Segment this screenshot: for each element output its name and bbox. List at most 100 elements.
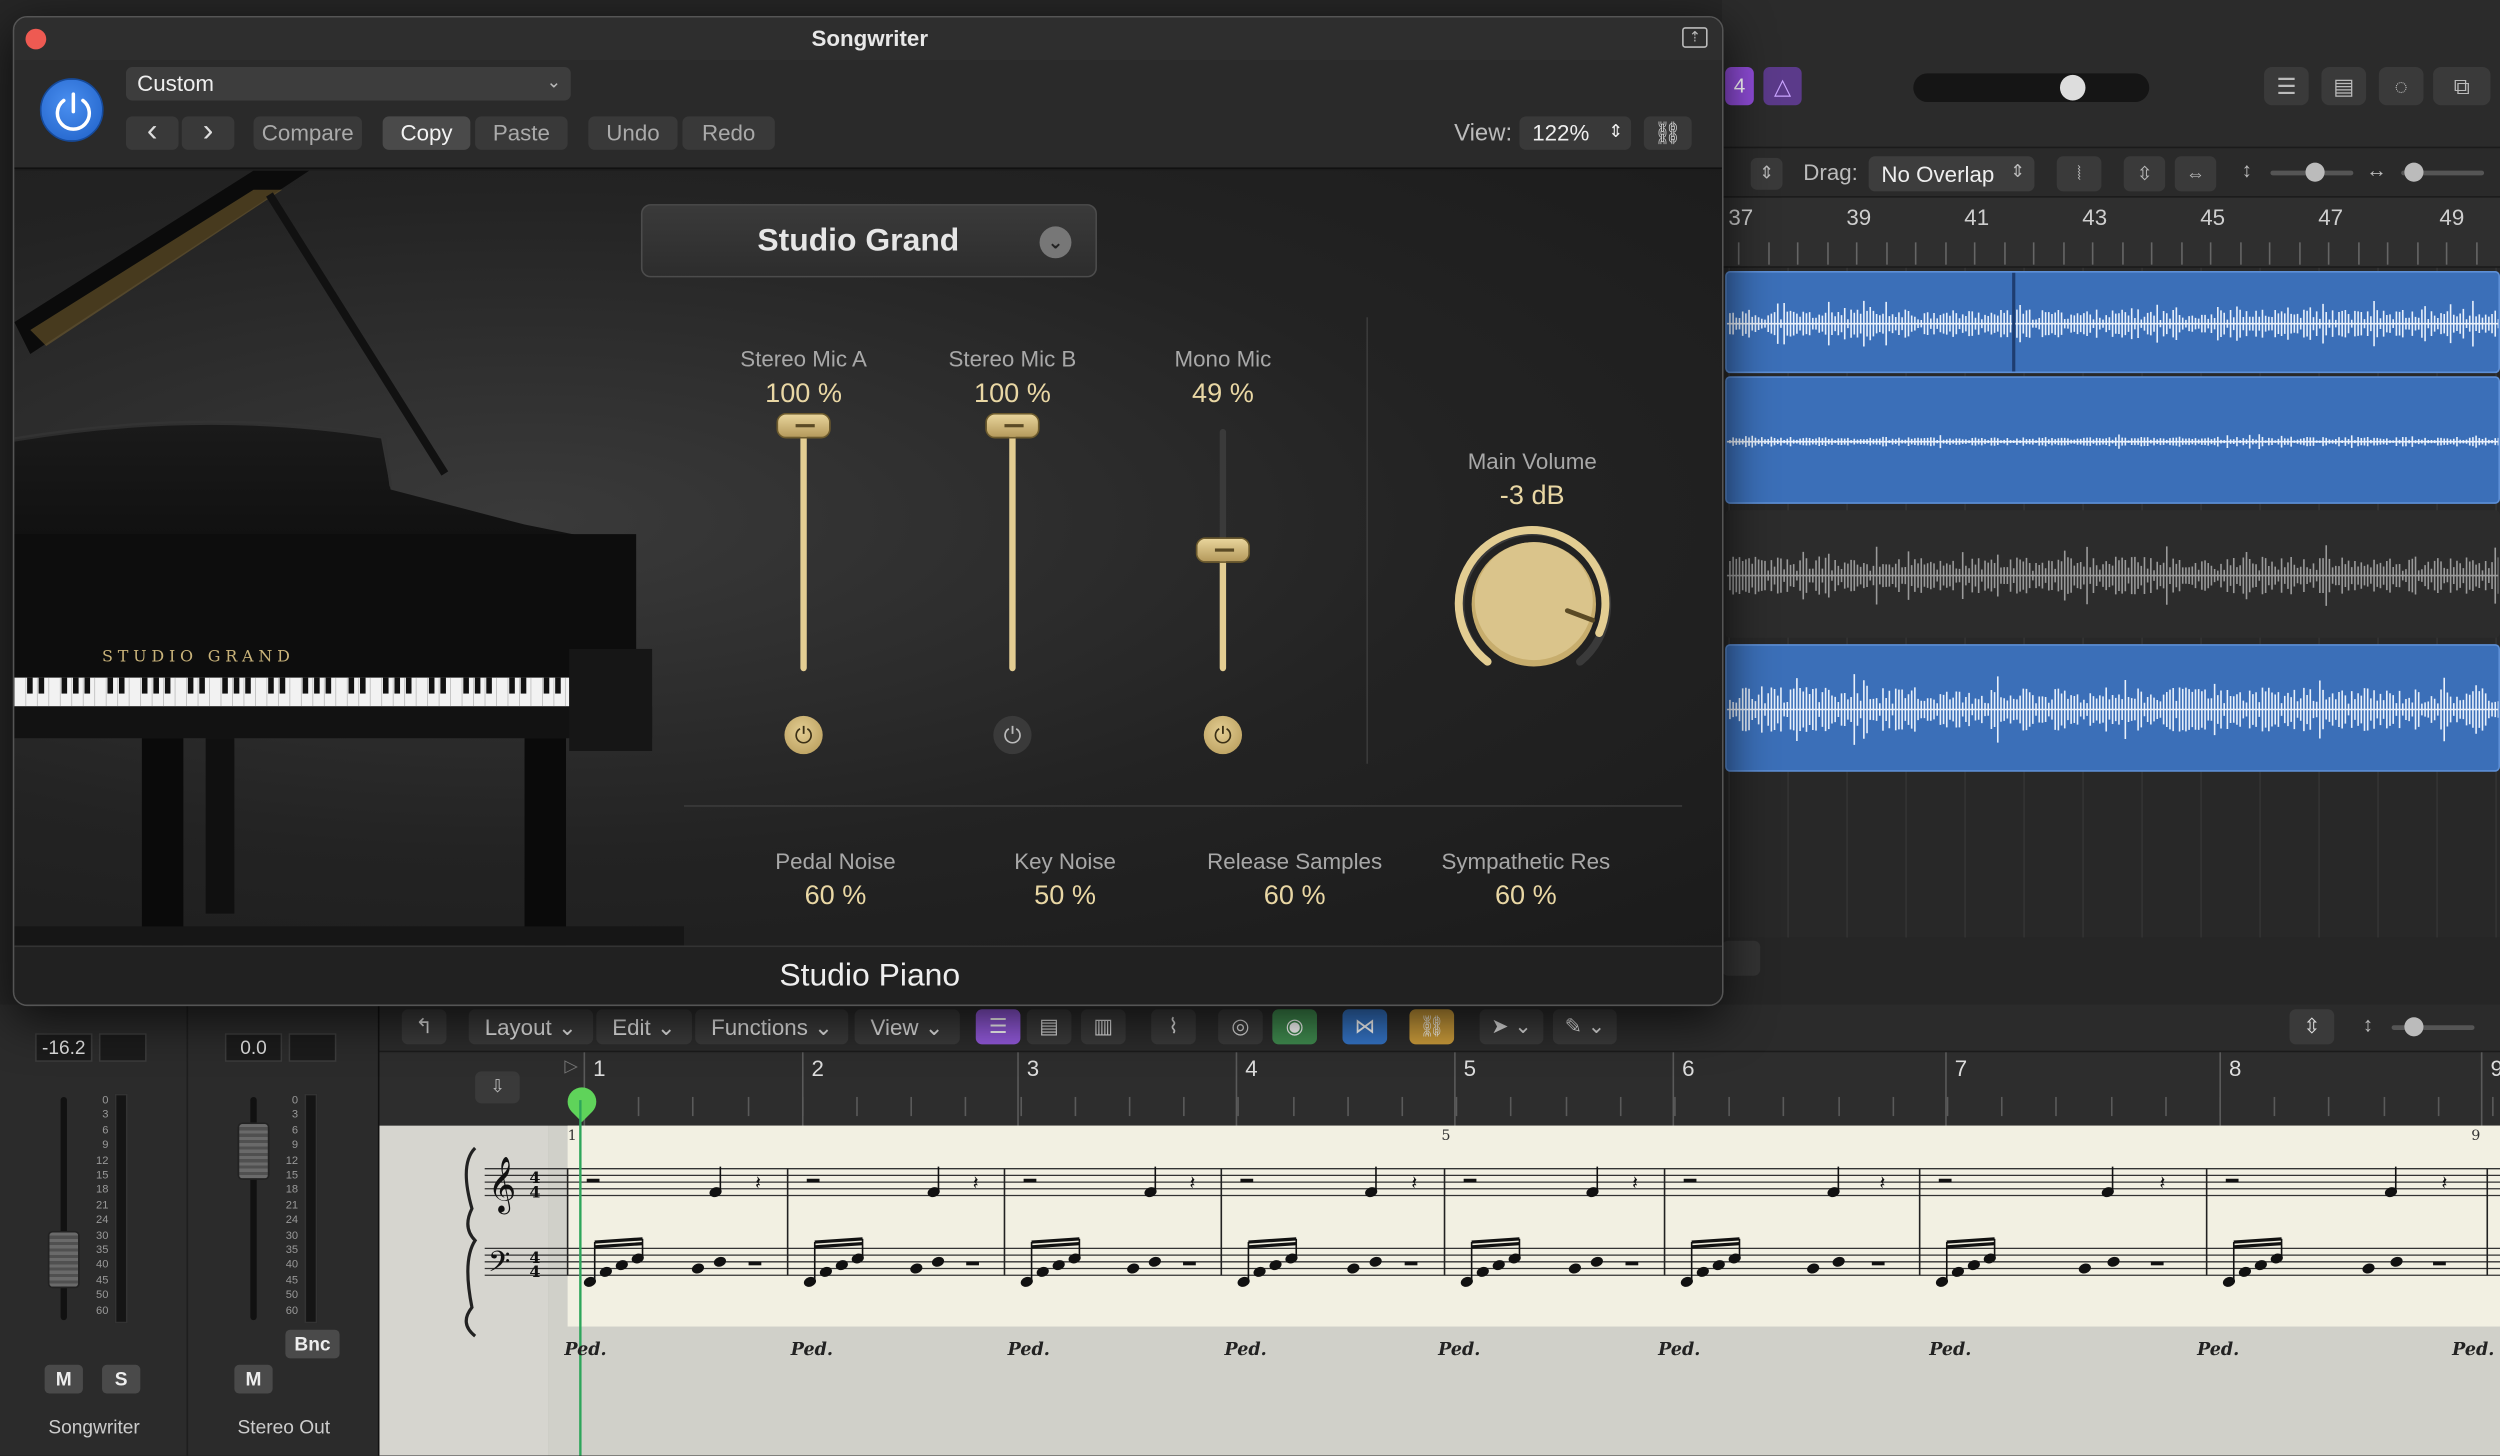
tuner-icon[interactable]: △ [1763, 66, 1802, 106]
timeline-ruler[interactable]: 37 39 41 43 45 47 49 [1721, 197, 2500, 268]
stepper-icon[interactable]: ⇕ [1750, 157, 1783, 190]
midi-out-icon[interactable]: ◉ [1272, 1009, 1317, 1045]
meter-scale-label: 24 [95, 1215, 109, 1227]
noise-param-value[interactable]: 60 % [1422, 880, 1629, 912]
audio-region[interactable] [1725, 271, 2500, 374]
loop-browser-icon[interactable]: ◌ [2378, 66, 2424, 106]
preset-menu[interactable]: Custom ⌄ [125, 66, 571, 101]
drag-mode-value: No Overlap [1881, 161, 1995, 187]
midi-in-icon[interactable]: ◎ [1218, 1009, 1263, 1045]
link-icon[interactable]: ⛓ [1409, 1009, 1455, 1045]
mic-power-icon[interactable]: ⏻ [784, 715, 823, 755]
next-preset-button[interactable]: › [181, 115, 235, 150]
compare-button[interactable]: Compare [253, 116, 362, 150]
browser-icon[interactable]: ⧉ [2433, 66, 2491, 106]
sheet-view-icon[interactable]: ▥ [1081, 1009, 1126, 1045]
copy-button[interactable]: Copy [382, 116, 471, 150]
mute-button[interactable]: M [44, 1364, 83, 1394]
instrument-selector[interactable]: Studio Grand ⌄ [640, 204, 1097, 278]
mic-slider-handle[interactable] [985, 412, 1040, 439]
meter-scale-label: 60 [95, 1305, 109, 1317]
meter-scale-label: 6 [291, 1125, 299, 1137]
audio-region[interactable] [1725, 376, 2500, 504]
horizontal-zoom-slider[interactable] [2401, 162, 2485, 182]
noise-param-value[interactable]: 60 % [1191, 880, 1398, 912]
ruler-tick [2180, 242, 2182, 265]
pointer-tool-icon[interactable]: ➤ ⌄ [1479, 1009, 1544, 1045]
edit-menu[interactable]: Edit ⌄ [596, 1009, 692, 1045]
ruler-tick [1885, 242, 1887, 265]
section-divider [683, 805, 1683, 807]
badge-count[interactable]: 4 [1725, 66, 1754, 106]
snap-icon[interactable]: ⋈ [1342, 1009, 1388, 1045]
svg-text:𝄽: 𝄽 [1632, 1171, 1638, 1194]
mic-slider-handle[interactable] [776, 412, 831, 439]
audio-region[interactable] [1725, 644, 2500, 772]
mute-button[interactable]: M [234, 1364, 273, 1394]
strip-name[interactable]: Songwriter [6, 1416, 181, 1438]
page-view-icon[interactable]: ▤ [1026, 1009, 1072, 1045]
strip-volume-value[interactable]: 0.0 [224, 1033, 283, 1062]
ruler-bar-number: 47 [2318, 204, 2344, 230]
undo-button[interactable]: Undo [588, 116, 678, 150]
notepad-icon[interactable]: ▤ [2321, 66, 2367, 106]
mic-power-icon[interactable]: ⏻ [993, 715, 1032, 755]
pedal-marking: Ped. [2451, 1340, 2494, 1360]
chevron-updown-icon: ⇕ [1608, 122, 1624, 142]
layout-menu[interactable]: Layout ⌄ [468, 1009, 593, 1045]
vertical-zoom-slider[interactable] [2270, 162, 2354, 182]
editor-zoom-knob[interactable] [2404, 1017, 2424, 1037]
meter-scale-label: 50 [285, 1290, 299, 1302]
mic-slider-fill [800, 428, 807, 672]
pencil-tool-icon[interactable]: ✎ ⌄ [1552, 1009, 1617, 1045]
editor-zoom-slider[interactable] [2391, 1017, 2475, 1037]
link-icon[interactable]: ⛓ [1643, 116, 1692, 150]
noise-param-label: Pedal Noise [775, 848, 896, 874]
volume-fader-handle[interactable] [237, 1122, 270, 1180]
previous-preset-button[interactable]: ‹ [125, 115, 179, 150]
linear-view-icon[interactable]: ☰ [975, 1009, 1021, 1045]
noise-param-value[interactable]: 50 % [961, 880, 1168, 912]
mic-power-icon[interactable]: ⏻ [1203, 715, 1243, 755]
master-volume-knob[interactable] [2059, 74, 2086, 101]
functions-menu[interactable]: Functions ⌄ [695, 1009, 849, 1045]
strip-name[interactable]: Stereo Out [196, 1416, 371, 1438]
fit-vertical-icon[interactable]: ⇳ [2123, 156, 2166, 192]
view-menu[interactable]: View ⌄ [854, 1009, 960, 1045]
mic-slider-handle[interactable] [1195, 537, 1251, 563]
main-volume-knob[interactable] [1452, 525, 1615, 672]
plugin-power-button[interactable] [39, 78, 104, 142]
fit-horizontal-icon[interactable]: ⇔ [2174, 156, 2217, 192]
view-zoom-select[interactable]: 122% ⇕ [1519, 116, 1632, 150]
ruler-tick [2032, 242, 2035, 265]
bounce-button[interactable]: Bnc [285, 1329, 340, 1359]
redo-button[interactable]: Redo [682, 116, 775, 150]
volume-fader-handle[interactable] [47, 1230, 80, 1289]
noise-param-value[interactable]: 60 % [732, 880, 939, 912]
waveform-zoom-icon[interactable]: ⦚ [2056, 156, 2102, 192]
solo-button[interactable]: S [102, 1364, 141, 1394]
timeline-scrollbar[interactable] [1721, 940, 1761, 976]
pedal-marking: Ped. [2196, 1340, 2239, 1360]
fit-height-icon[interactable]: ⇳ [2289, 1009, 2335, 1045]
strip-volume-value[interactable]: -16.2 [35, 1033, 93, 1062]
close-button[interactable] [25, 28, 47, 50]
catch-playhead-icon[interactable]: ↰ [401, 1009, 447, 1045]
ruler-tick [2268, 242, 2271, 265]
compact-view-icon[interactable]: ⇡ [1682, 27, 1708, 48]
vertical-zoom-knob[interactable] [2305, 162, 2325, 182]
pedal-marking: Ped. [790, 1340, 833, 1360]
meter-scale-label: 21 [95, 1200, 109, 1212]
ruler-bar-number: 49 [2439, 204, 2465, 230]
paste-button[interactable]: Paste [475, 116, 568, 150]
master-volume-slider[interactable] [1913, 73, 2150, 103]
list-editors-icon[interactable]: ☰ [2264, 66, 2309, 106]
horizontal-zoom-knob[interactable] [2404, 162, 2424, 182]
main-volume-label: Main Volume [1467, 448, 1597, 474]
drag-mode-select[interactable]: No Overlap ⇕ [1868, 156, 2035, 192]
automation-icon[interactable]: ⌇ [1151, 1009, 1196, 1045]
audio-region[interactable] [1725, 510, 2500, 638]
level-meter [304, 1093, 318, 1324]
strip-songwriter: -16.2 0 3 6 9 12 15 18 21 24 30 35 40 45 50 60 M S Son… [0, 1004, 189, 1456]
clef: 𝄞 [488, 1158, 516, 1215]
